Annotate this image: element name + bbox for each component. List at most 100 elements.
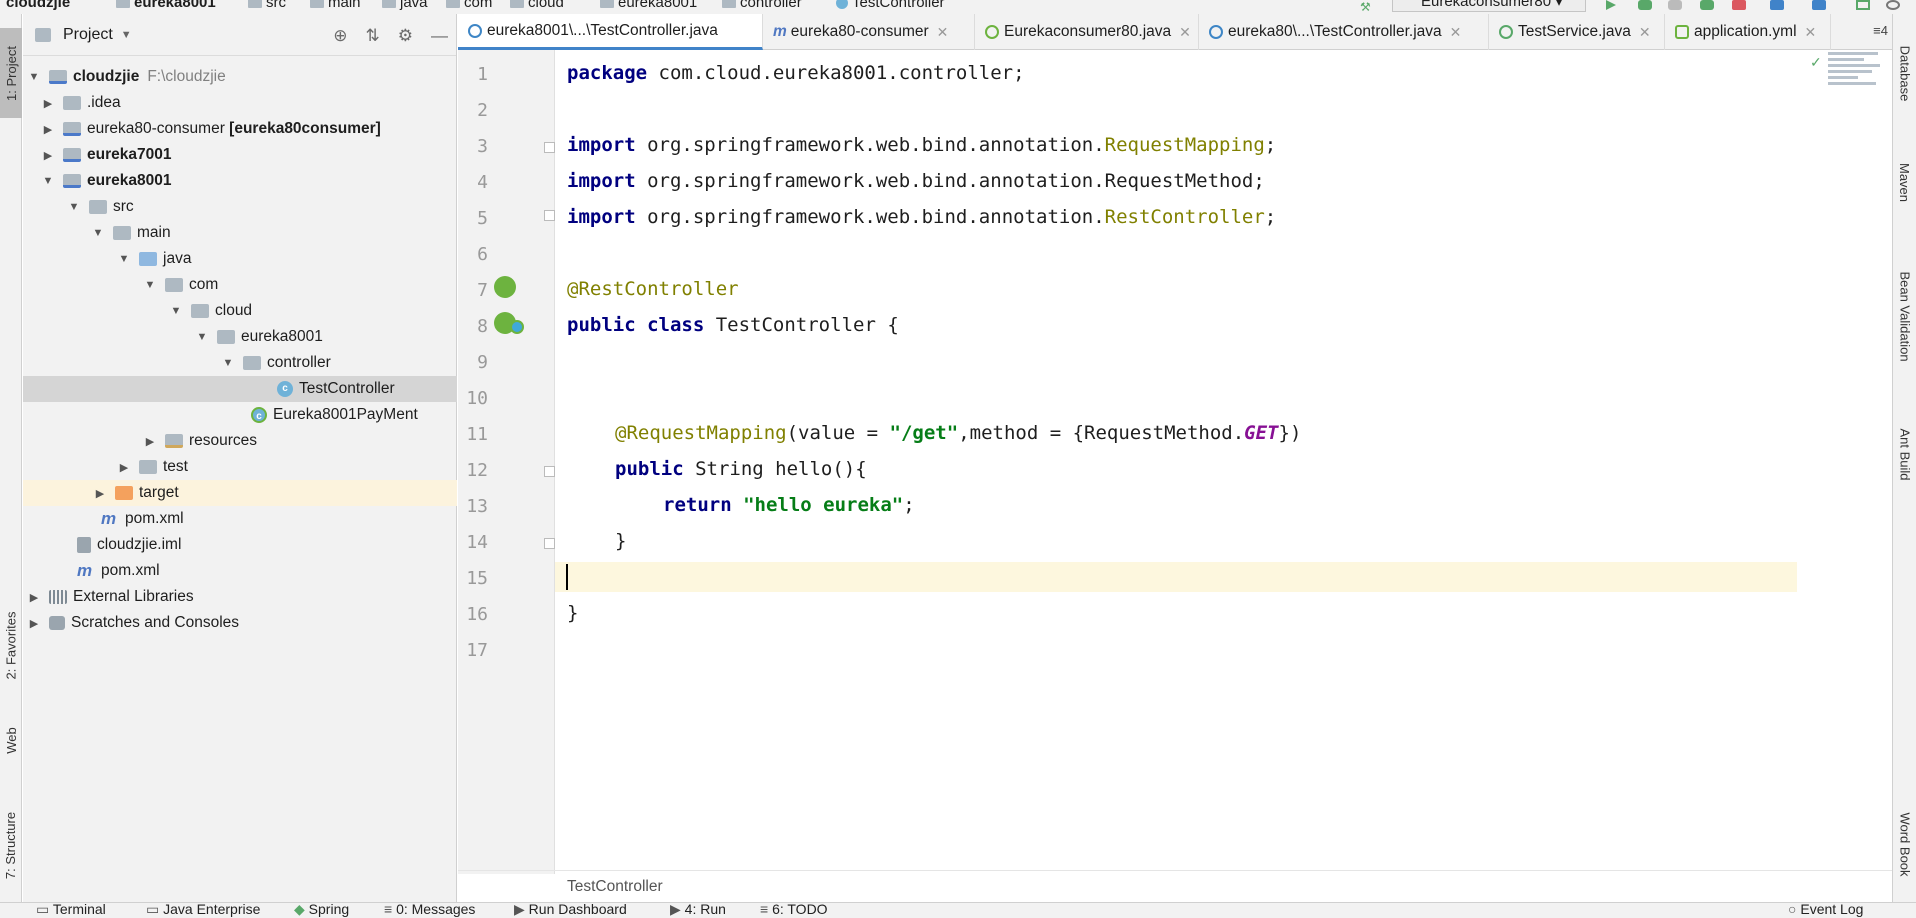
breadcrumb-item[interactable]: eureka8001 [600, 0, 697, 11]
tab-eureka80-consumer[interactable]: m eureka80-consumer ✕ [763, 14, 975, 50]
breadcrumb-item[interactable]: java [382, 0, 428, 11]
chevron-right-icon[interactable]: ▶ [41, 97, 55, 110]
translate-icon[interactable] [1812, 0, 1826, 10]
chevron-down-icon[interactable]: ▼ [121, 29, 132, 41]
tool-window-favorites[interactable]: 2: Favorites [0, 590, 22, 700]
chevron-down-icon[interactable]: ▼ [143, 279, 157, 291]
tool-window-bean-validation[interactable]: Bean Validation [1893, 246, 1916, 386]
tool-window-run-dashboard[interactable]: ▶ Run Dashboard [514, 903, 627, 918]
tool-window-web[interactable]: Web [0, 710, 22, 770]
chevron-right-icon[interactable]: ▶ [41, 123, 55, 136]
tree-item-test[interactable]: ▶ test [23, 454, 457, 480]
tool-window-event-log[interactable]: ○ Event Log [1788, 903, 1863, 917]
minimize-icon[interactable]: — [431, 26, 448, 46]
tool-window-project[interactable]: 1: Project [0, 28, 22, 118]
tree-item-target[interactable]: ▶ target [23, 480, 457, 506]
tool-window-terminal[interactable]: ▭ Terminal [36, 903, 106, 918]
tree-item-controller[interactable]: ▼ controller [23, 350, 457, 376]
tool-window-database[interactable]: Database [1893, 28, 1916, 118]
close-icon[interactable]: ✕ [1639, 24, 1651, 41]
tab-application-yml[interactable]: application.yml ✕ [1665, 14, 1831, 50]
tree-item-main[interactable]: ▼ main [23, 220, 457, 246]
tool-window-word-book[interactable]: Word Book [1893, 794, 1916, 894]
class-gutter-icon[interactable] [510, 320, 524, 334]
profile-icon[interactable] [1700, 0, 1714, 10]
chevron-down-icon[interactable]: ▼ [41, 175, 55, 187]
chevron-right-icon[interactable]: ▶ [93, 487, 107, 500]
fold-marker[interactable] [544, 466, 555, 477]
tree-item-eureka8001-package[interactable]: ▼ eureka8001 [23, 324, 457, 350]
tree-item-cloud[interactable]: ▼ cloud [23, 298, 457, 324]
debug-icon[interactable] [1638, 0, 1652, 10]
tab-testservice[interactable]: TestService.java ✕ [1489, 14, 1665, 50]
run-configuration-select[interactable]: Eurekaconsumer80 ▾ [1392, 0, 1586, 12]
tool-window-todo[interactable]: ≡ 6: TODO [760, 903, 828, 917]
tree-item-eureka7001[interactable]: ▶ eureka7001 [23, 142, 457, 168]
breadcrumb-item[interactable]: cloudzjie [6, 0, 70, 11]
editor-breadcrumb[interactable]: TestController [567, 878, 663, 896]
layout-icon[interactable] [1856, 0, 1870, 10]
chevron-down-icon[interactable]: ▼ [27, 71, 41, 83]
tool-window-messages[interactable]: ≡ 0: Messages [384, 903, 475, 917]
tree-item-idea[interactable]: ▶ .idea [23, 90, 457, 116]
tree-item-eureka80-consumer[interactable]: ▶ eureka80-consumer [eureka80consumer] [23, 116, 457, 142]
breadcrumb-item[interactable]: cloud [510, 0, 564, 11]
close-icon[interactable]: ✕ [1805, 24, 1817, 41]
chevron-down-icon[interactable]: ▼ [67, 201, 81, 213]
fold-marker[interactable] [544, 210, 555, 221]
tree-item-cloudzjie[interactable]: ▼ cloudzjie F:\cloudzjie [23, 64, 457, 90]
coverage-icon[interactable] [1668, 0, 1682, 10]
chevron-right-icon[interactable]: ▶ [143, 435, 157, 448]
breadcrumb-item[interactable]: com [446, 0, 492, 11]
close-icon[interactable]: ✕ [1450, 24, 1462, 41]
tool-window-run[interactable]: ▶ 4: Run [670, 903, 726, 918]
collapse-all-icon[interactable]: ⇅ [366, 26, 380, 46]
code-minimap[interactable] [1828, 52, 1884, 112]
breadcrumb-item[interactable]: eureka8001 [116, 0, 216, 11]
chevron-right-icon[interactable]: ▶ [27, 591, 41, 604]
chevron-down-icon[interactable]: ▼ [169, 305, 183, 317]
tree-item-resources[interactable]: ▶ resources [23, 428, 457, 454]
chevron-down-icon[interactable]: ▼ [195, 331, 209, 343]
tree-item-pom-xml[interactable]: m pom.xml [23, 506, 457, 532]
breadcrumb-item[interactable]: TestController [836, 0, 945, 11]
breadcrumb-item[interactable]: controller [722, 0, 802, 11]
tool-window-spring[interactable]: ◆ Spring [294, 903, 349, 918]
tab-testcontroller-80[interactable]: eureka80\...\TestController.java ✕ [1199, 14, 1489, 50]
project-panel-title[interactable]: Project [63, 26, 113, 44]
tree-item-src[interactable]: ▼ src [23, 194, 457, 220]
tree-item-java[interactable]: ▼ java [23, 246, 457, 272]
search-icon[interactable] [1886, 0, 1900, 10]
close-icon[interactable]: ✕ [1179, 24, 1191, 41]
locate-icon[interactable]: ⊕ [333, 26, 347, 46]
tool-window-structure[interactable]: 7: Structure [0, 790, 22, 900]
tree-item-scratches[interactable]: ▶ Scratches and Consoles [23, 610, 457, 636]
fold-marker[interactable] [544, 142, 555, 153]
gear-icon[interactable]: ⚙ [398, 26, 413, 46]
stop-icon[interactable] [1732, 0, 1746, 10]
tree-item-com[interactable]: ▼ com [23, 272, 457, 298]
tab-eurekaconsumer80[interactable]: Eurekaconsumer80.java ✕ [975, 14, 1199, 50]
tree-item-testcontroller[interactable]: c TestController [23, 376, 457, 402]
close-icon[interactable]: ✕ [937, 24, 949, 41]
chevron-down-icon[interactable]: ▼ [117, 253, 131, 265]
tabs-overflow-button[interactable]: ≡4 [1873, 23, 1888, 38]
project-structure-icon[interactable] [1770, 0, 1784, 10]
breadcrumb-item[interactable]: src [248, 0, 286, 11]
tab-testcontroller-8001[interactable]: eureka8001\...\TestController.java [458, 14, 763, 50]
tree-item-cloudzjie-iml[interactable]: cloudzjie.iml [23, 532, 457, 558]
chevron-right-icon[interactable]: ▶ [117, 461, 131, 474]
tree-item-root-pom-xml[interactable]: m pom.xml [23, 558, 457, 584]
spring-bean-gutter-icon[interactable] [494, 276, 516, 298]
tree-item-eureka8001payment[interactable]: c Eureka8001PayMent [23, 402, 457, 428]
tool-window-maven[interactable]: Maven [1893, 142, 1916, 222]
chevron-down-icon[interactable]: ▼ [221, 357, 235, 369]
chevron-right-icon[interactable]: ▶ [27, 617, 41, 630]
tool-window-ant-build[interactable]: Ant Build [1893, 404, 1916, 504]
chevron-right-icon[interactable]: ▶ [41, 149, 55, 162]
chevron-down-icon[interactable]: ▼ [91, 227, 105, 239]
code-editor[interactable]: 1 2 3 4 5 6 7 8 9 10 11 12 13 14 15 16 1… [458, 50, 1892, 895]
tool-window-java-enterprise[interactable]: ▭ Java Enterprise [146, 903, 260, 918]
breadcrumb-item[interactable]: main [310, 0, 361, 11]
run-icon[interactable] [1606, 0, 1616, 10]
